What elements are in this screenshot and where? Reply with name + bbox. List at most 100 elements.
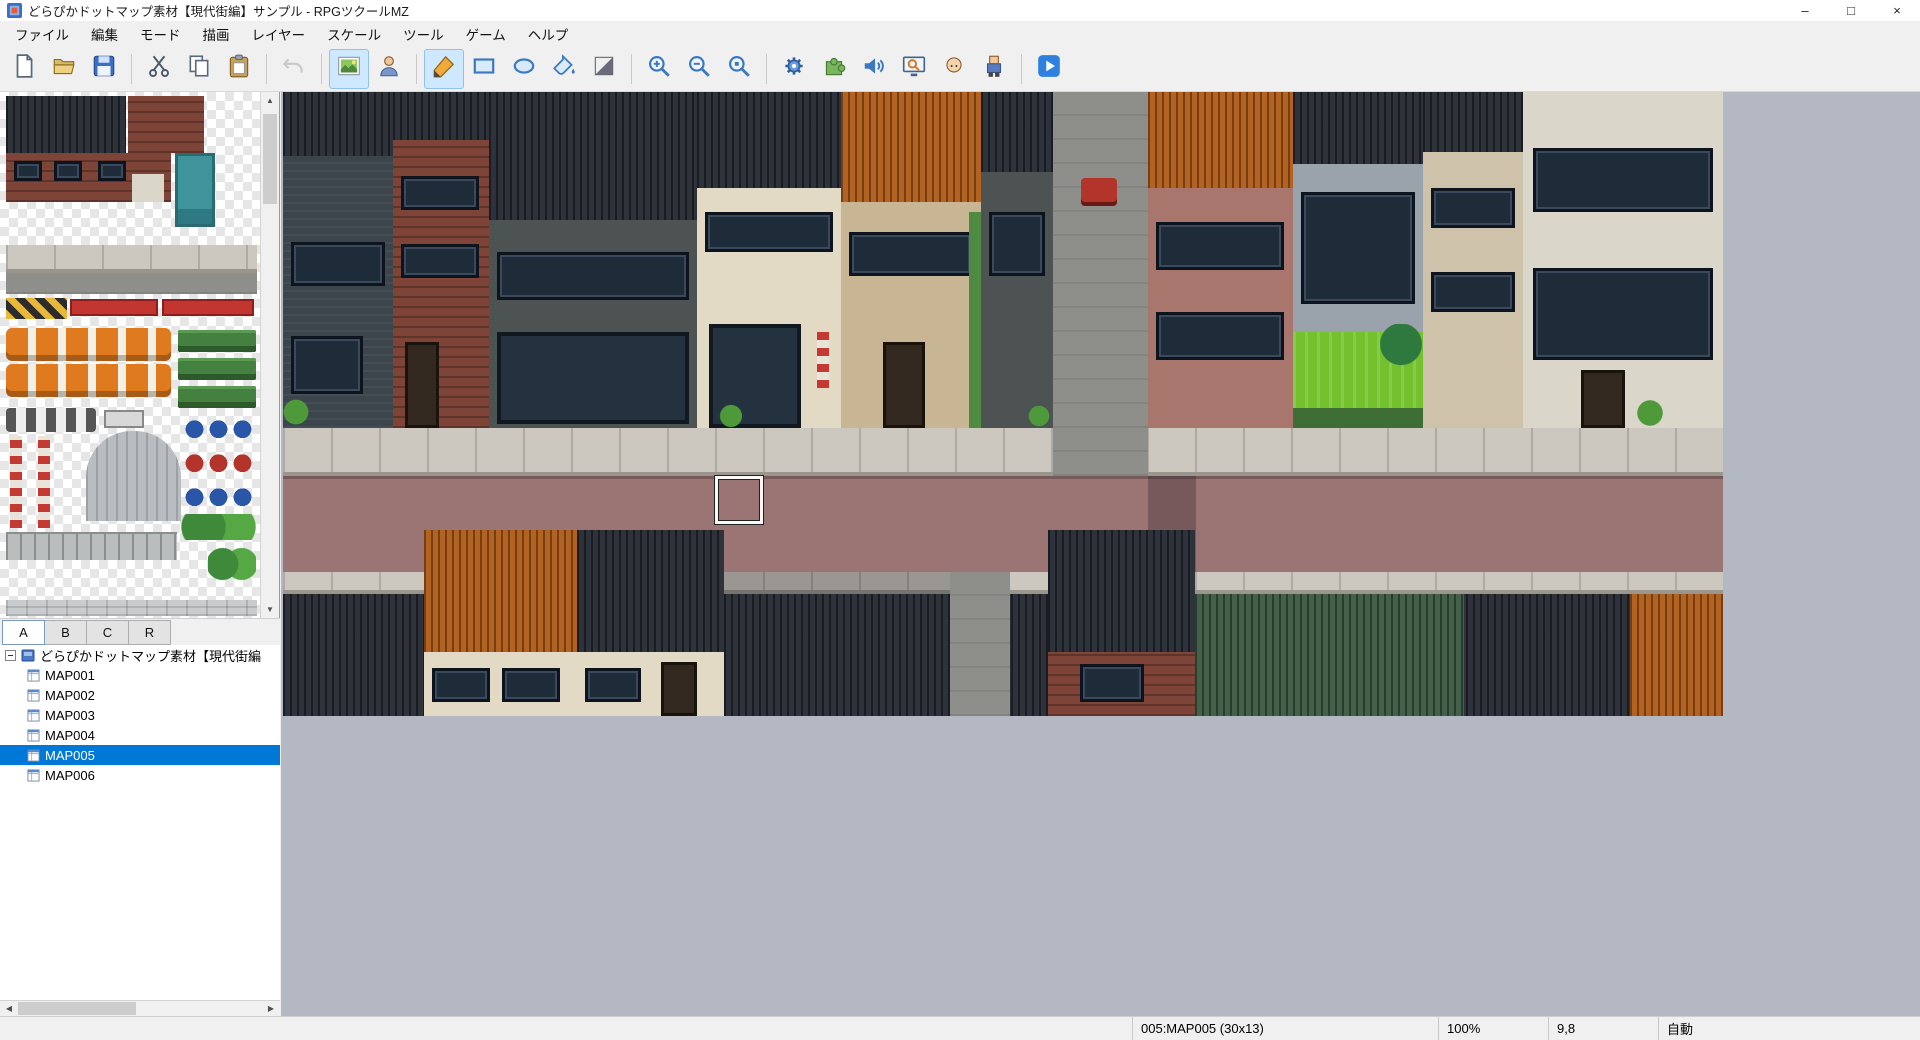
palette-tile-wallBrick [128, 96, 204, 153]
map-block-path [1053, 428, 1148, 476]
palette-tile-bikeRed [181, 444, 256, 475]
palette-tile-signRed [162, 299, 254, 316]
palette-tile-bench [178, 386, 256, 408]
menu-file[interactable]: ファイル [4, 21, 80, 47]
map-block-path [1053, 92, 1148, 428]
shadow-pen-tool-button[interactable] [584, 49, 624, 89]
menu-scale[interactable]: スケール [316, 21, 392, 47]
map-mode-button[interactable] [329, 49, 369, 89]
map-file-icon [27, 689, 40, 702]
maximize-button[interactable]: □ [1828, 0, 1874, 21]
tree-scrollbar-thumb[interactable] [18, 1002, 136, 1015]
map-tree-item-map002[interactable]: MAP002 [0, 685, 280, 705]
cut-button[interactable] [139, 49, 179, 89]
scroll-down-icon[interactable]: ▼ [261, 601, 279, 618]
map-tree-item-map001[interactable]: MAP001 [0, 665, 280, 685]
map-block-roofDark [981, 92, 1053, 172]
minimize-button[interactable]: – [1782, 0, 1828, 21]
zoom-out-button[interactable] [679, 49, 719, 89]
palette-tab-b[interactable]: B [44, 620, 87, 645]
tree-collapse-icon[interactable] [5, 650, 16, 661]
map-render[interactable] [283, 92, 1723, 716]
zoom-in-button[interactable] [639, 49, 679, 89]
toolbar-separator [131, 54, 132, 84]
puzzle-icon [821, 53, 847, 84]
map-canvas[interactable] [281, 92, 1920, 1016]
map-block-vine [969, 212, 981, 428]
undo-button[interactable] [274, 49, 314, 89]
map-block-tree [1379, 324, 1423, 372]
event-mode-button[interactable] [369, 49, 409, 89]
map-tree-item-map004[interactable]: MAP004 [0, 725, 280, 745]
toolbar-separator [321, 54, 322, 84]
menu-help[interactable]: ヘルプ [517, 21, 580, 47]
palette-tile-bikeBlue [181, 410, 256, 441]
map-block-door [1581, 370, 1625, 428]
menu-mode[interactable]: モード [129, 21, 192, 47]
map-tree-root[interactable]: どらぴかドットマップ素材【現代街編 [0, 645, 280, 665]
map-block-win [497, 252, 689, 300]
palette-scrollbar-thumb[interactable] [263, 114, 277, 204]
paint-bucket-icon [551, 53, 577, 84]
tile-cursor[interactable] [715, 476, 763, 524]
paste-button[interactable] [219, 49, 259, 89]
scroll-up-icon[interactable]: ▲ [261, 92, 279, 109]
flood-fill-tool-button[interactable] [544, 49, 584, 89]
map-tree-item-map003[interactable]: MAP003 [0, 705, 280, 725]
palette-tab-c[interactable]: C [86, 620, 129, 645]
palette-tab-r[interactable]: R [128, 620, 171, 645]
map-block-wallDark2 [981, 172, 1053, 428]
map-icon [336, 53, 362, 84]
palette-vertical-scrollbar[interactable]: ▲ ▼ [260, 92, 279, 618]
map-block-roofDark [393, 92, 489, 140]
map-block-win [1156, 312, 1284, 360]
status-zoom: 100% [1438, 1017, 1548, 1040]
palette-tab-a[interactable]: A [2, 620, 45, 645]
database-button[interactable] [774, 49, 814, 89]
menu-draw[interactable]: 描画 [192, 21, 241, 47]
open-project-button[interactable] [44, 49, 84, 89]
plugin-manager-button[interactable] [814, 49, 854, 89]
ellipse-icon [511, 53, 537, 84]
map-tree-item-map005[interactable]: MAP005 [0, 745, 280, 765]
palette-tile-plantGreen [181, 514, 256, 540]
tileset-palette-tiles[interactable] [0, 92, 260, 618]
app-icon [7, 3, 22, 18]
save-project-button[interactable] [84, 49, 124, 89]
tree-horizontal-scrollbar[interactable]: ◀ ▶ [0, 1000, 280, 1016]
ellipse-tool-button[interactable] [504, 49, 544, 89]
zoom-actual-icon [726, 53, 752, 84]
scroll-right-icon[interactable]: ▶ [262, 1001, 280, 1016]
menu-edit[interactable]: 編集 [80, 21, 129, 47]
zoom-actual-button[interactable] [719, 49, 759, 89]
map-block-win [1301, 192, 1415, 304]
palette-tile-barrier [6, 364, 171, 397]
map-block-win [989, 212, 1045, 276]
menu-layer[interactable]: レイヤー [241, 21, 317, 47]
search-monitor-icon [901, 53, 927, 84]
window-title: どらぴかドットマップ素材【現代街編】サンプル - RPGツクールMZ [28, 1, 409, 20]
play-test-button[interactable] [1029, 49, 1069, 89]
rectangle-tool-button[interactable] [464, 49, 504, 89]
palette-tile-barrier [6, 328, 171, 361]
new-project-button[interactable] [4, 49, 44, 89]
map-tree-item-label: MAP004 [45, 728, 95, 743]
toolbar-separator [266, 54, 267, 84]
menu-game[interactable]: ゲーム [455, 21, 517, 47]
resource-manager-button[interactable] [974, 49, 1014, 89]
event-searcher-button[interactable] [894, 49, 934, 89]
play-icon [1036, 53, 1062, 84]
menu-tools[interactable]: ツール [392, 21, 455, 47]
map-tree-item-map006[interactable]: MAP006 [0, 765, 280, 785]
character-generator-button[interactable] [934, 49, 974, 89]
tileset-palette[interactable]: ▲ ▼ [0, 92, 279, 618]
map-block-roofDark [1293, 92, 1423, 164]
pencil-tool-button[interactable] [424, 49, 464, 89]
pencil-icon [431, 53, 457, 84]
close-button[interactable]: × [1874, 0, 1920, 21]
sound-test-button[interactable] [854, 49, 894, 89]
scroll-left-icon[interactable]: ◀ [0, 1001, 18, 1016]
copy-button[interactable] [179, 49, 219, 89]
toolbar [0, 46, 1920, 92]
palette-tile-fence [6, 532, 177, 560]
